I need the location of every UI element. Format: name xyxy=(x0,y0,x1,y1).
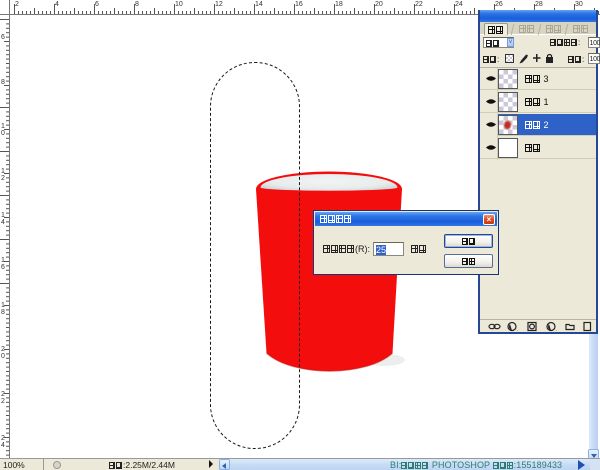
svg-text:.: . xyxy=(517,327,518,333)
svg-text:.: . xyxy=(556,327,557,333)
